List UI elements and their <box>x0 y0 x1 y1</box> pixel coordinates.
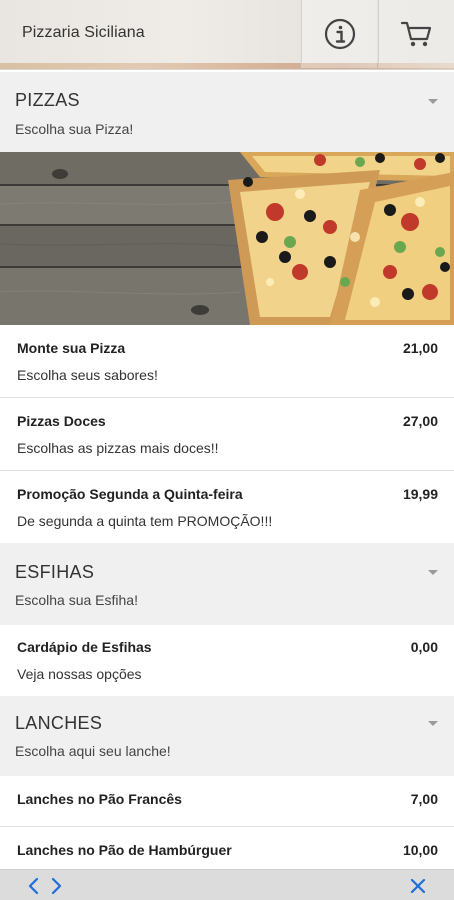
chevron-right-icon[interactable] <box>48 877 64 895</box>
item-price: 21,00 <box>402 340 438 356</box>
menu-item[interactable]: Lanches no Pão de Hambúrguer 10,00 <box>0 827 454 869</box>
chevron-down-icon <box>428 570 438 575</box>
menu-item[interactable]: Lanches no Pão Francês 7,00 <box>0 776 454 827</box>
item-price: 7,00 <box>410 791 438 807</box>
menu-item[interactable]: Pizzas Doces 27,00 Escolhas as pizzas ma… <box>0 398 454 471</box>
item-description: Escolha seus sabores! <box>17 367 158 383</box>
bottom-nav-bar <box>0 869 454 900</box>
close-icon[interactable] <box>409 877 427 895</box>
category-pizzas-header[interactable]: PIZZAS Escolha sua Pizza! <box>0 72 454 152</box>
cart-button[interactable] <box>378 0 454 68</box>
item-description: Veja nossas opções <box>17 666 142 682</box>
chevron-down-icon <box>428 99 438 104</box>
item-description: De segunda a quinta tem PROMOÇÃO!!! <box>17 513 273 529</box>
item-price: 19,99 <box>402 486 438 502</box>
category-lanches-header[interactable]: LANCHES Escolha aqui seu lanche! <box>0 696 454 776</box>
category-title: PIZZAS <box>15 90 80 110</box>
category-esfihas-header[interactable]: ESFIHAS Escolha sua Esfiha! <box>0 543 454 625</box>
app-header: Pizzaria Siciliana <box>0 0 454 70</box>
cart-icon <box>400 21 431 47</box>
category-title: ESFIHAS <box>15 562 95 582</box>
item-name: Lanches no Pão Francês <box>17 791 182 807</box>
menu-item[interactable]: Promoção Segunda a Quinta-feira 19,99 De… <box>0 471 454 543</box>
item-price: 27,00 <box>402 413 438 429</box>
item-name: Promoção Segunda a Quinta-feira <box>17 486 243 502</box>
menu-item[interactable]: Monte sua Pizza 21,00 Escolha seus sabor… <box>0 325 454 398</box>
category-subtitle: Escolha aqui seu lanche! <box>15 743 171 759</box>
chevron-left-icon[interactable] <box>26 877 42 895</box>
item-name: Cardápio de Esfihas <box>17 639 152 655</box>
category-subtitle: Escolha sua Pizza! <box>15 121 134 137</box>
item-name: Lanches no Pão de Hambúrguer <box>17 842 232 858</box>
item-name: Pizzas Doces <box>17 413 106 429</box>
info-button[interactable] <box>301 0 377 68</box>
item-price: 0,00 <box>410 639 438 655</box>
item-description: Escolhas as pizzas mais doces!! <box>17 440 219 456</box>
menu-item[interactable]: Cardápio de Esfihas 0,00 Veja nossas opç… <box>0 625 454 696</box>
pizza-banner-image <box>0 152 454 325</box>
category-subtitle: Escolha sua Esfiha! <box>15 592 138 608</box>
item-name: Monte sua Pizza <box>17 340 126 356</box>
item-price: 10,00 <box>402 842 438 858</box>
category-title: LANCHES <box>15 713 103 733</box>
chevron-down-icon <box>428 721 438 726</box>
info-icon <box>324 18 355 50</box>
app-title: Pizzaria Siciliana <box>22 24 145 41</box>
